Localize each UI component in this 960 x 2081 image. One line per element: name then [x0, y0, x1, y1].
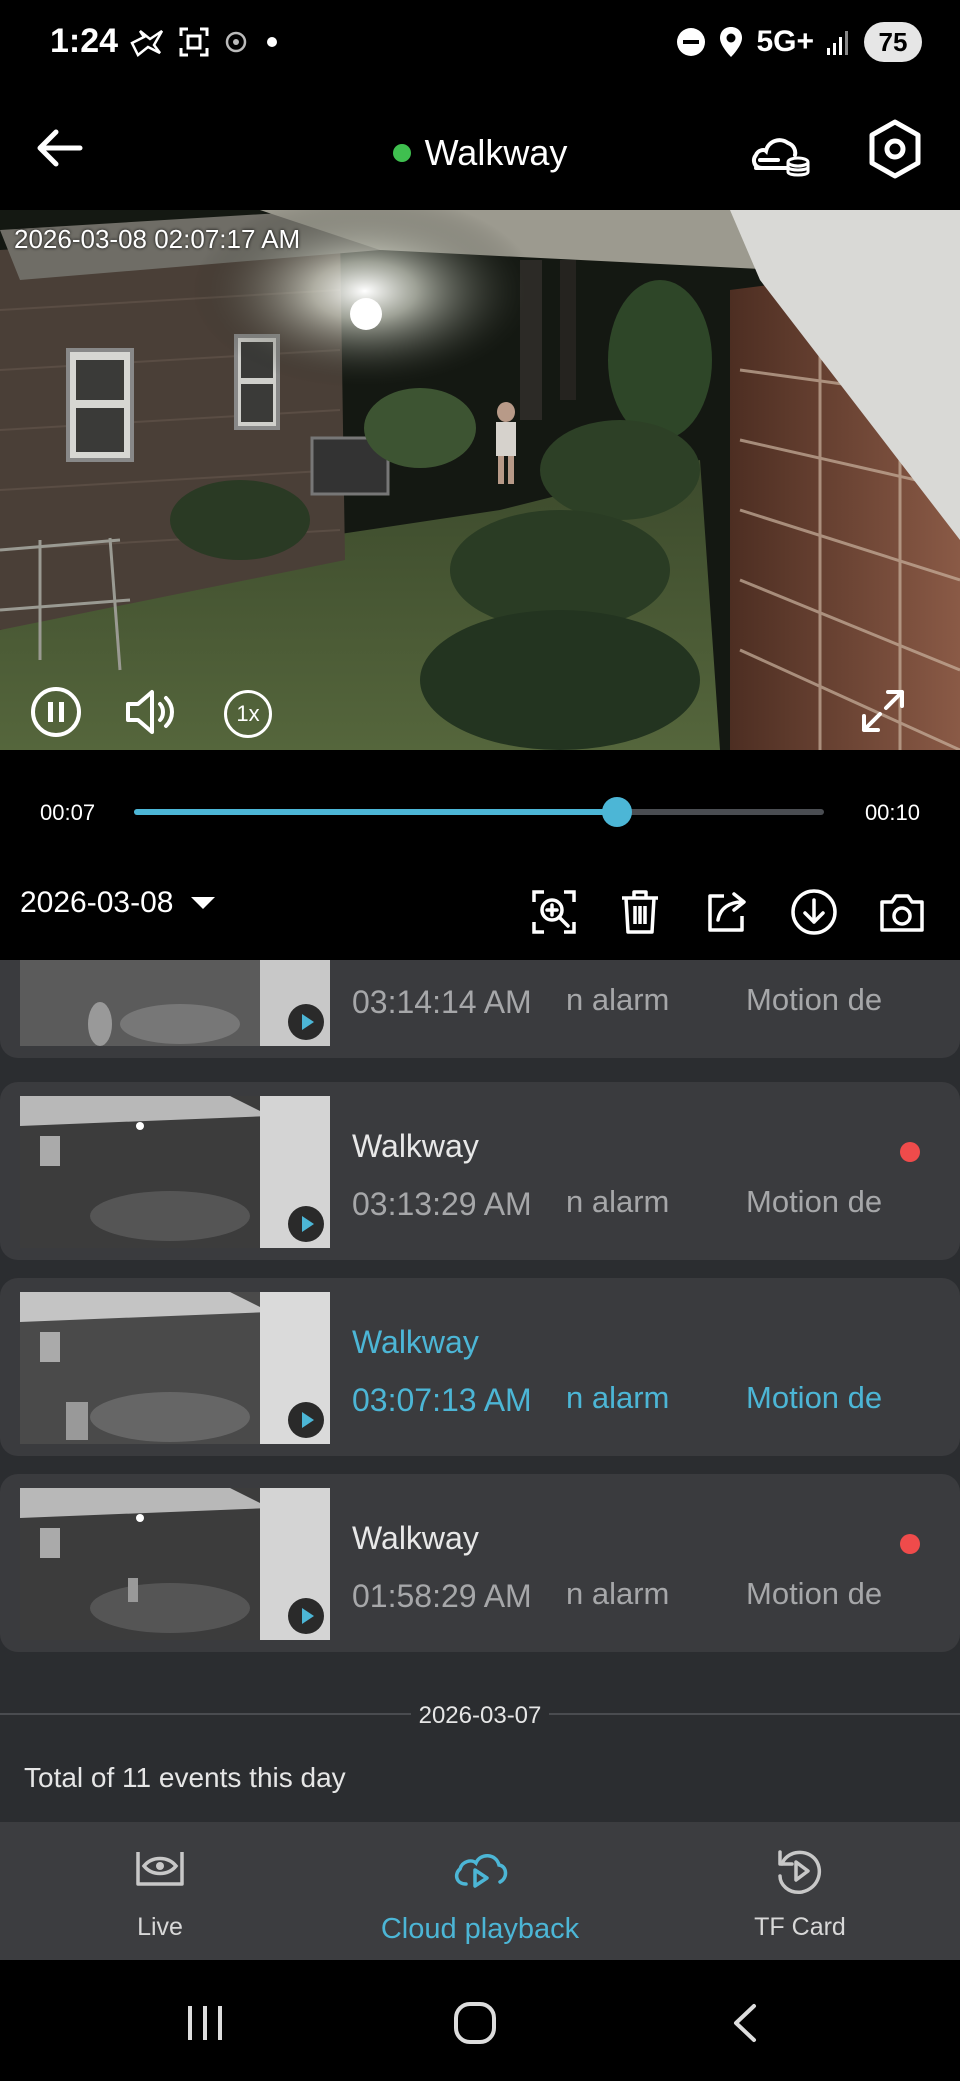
screenshot-icon — [179, 27, 209, 57]
current-time: 00:07 — [40, 800, 96, 825]
event-type: n alarm — [566, 1184, 670, 1219]
replay-icon — [778, 1850, 822, 1894]
unread-dot — [900, 1142, 920, 1162]
event-motion-label: Motion de — [746, 982, 883, 1017]
event-card[interactable]: Walkway 01:58:29 AM n alarm Motion de — [0, 1474, 960, 1652]
app-header: Walkway — [0, 90, 960, 210]
notification-bird-icon — [130, 29, 164, 57]
seek-thumb[interactable] — [602, 797, 632, 827]
page-title: Walkway — [424, 132, 568, 173]
tab-cloud-playback-label: Cloud playback — [380, 1913, 580, 1945]
tab-live[interactable]: Live — [40, 1844, 280, 1942]
more-notifications-dot-icon — [267, 37, 277, 47]
video-player[interactable]: 2026-03-08 02:07:17 AM — [0, 210, 960, 750]
share-icon[interactable] — [702, 888, 750, 936]
pause-icon[interactable] — [30, 686, 82, 738]
do-not-disturb-icon — [677, 28, 706, 56]
battery-indicator: 75 — [864, 22, 922, 62]
online-status-dot — [392, 144, 411, 162]
camera-icon[interactable] — [878, 888, 926, 936]
seek-track[interactable] — [134, 797, 824, 827]
cloud-storage-icon[interactable] — [748, 124, 812, 180]
settings-hex-icon[interactable] — [864, 118, 926, 180]
tab-cloud-playback[interactable]: Cloud playback — [360, 1844, 600, 1946]
play-icon — [288, 1206, 324, 1242]
event-thumbnail — [20, 960, 330, 1046]
status-system-icons: 5G+ 75 — [676, 22, 922, 62]
recent-apps-icon[interactable] — [180, 2000, 230, 2046]
system-nav-bar — [0, 1960, 960, 2081]
event-list[interactable]: 03:14:14 AM n alarm Motion de Walkway 03… — [0, 960, 960, 1822]
system-back-icon[interactable] — [722, 2000, 772, 2046]
unread-dot — [900, 1534, 920, 1554]
event-camera-name: Walkway — [352, 1128, 479, 1164]
bottom-nav: Live Cloud playback TF Card — [0, 1822, 960, 1960]
day-event-count: Total of 11 events this day — [24, 1762, 346, 1793]
event-motion-label: Motion de — [746, 1380, 883, 1415]
day-date: 2026-03-07 — [410, 1702, 550, 1729]
location-icon — [720, 27, 743, 57]
event-camera-name: Walkway — [352, 1324, 479, 1360]
download-icon[interactable] — [790, 888, 838, 936]
seek-progress — [134, 809, 617, 815]
chevron-down-icon — [191, 897, 216, 909]
trash-icon[interactable] — [616, 888, 664, 936]
cloud-play-icon — [454, 1854, 508, 1888]
day-header: 2026-03-07 — [0, 1702, 960, 1730]
event-time: 03:14:14 AM — [352, 984, 532, 1020]
tab-live-label: Live — [137, 1913, 183, 1941]
event-time: 03:13:29 AM — [352, 1186, 532, 1222]
camera-feed-image — [0, 210, 960, 750]
fullscreen-icon[interactable] — [858, 686, 908, 736]
network-type: 5G+ — [756, 25, 814, 58]
app-notification-icon — [225, 31, 247, 53]
playback-scrubber: 00:07 00:10 — [0, 750, 960, 872]
event-type: n alarm — [566, 1380, 670, 1415]
event-thumbnail — [20, 1292, 330, 1444]
tab-tf-card[interactable]: TF Card — [680, 1844, 920, 1942]
event-type: n alarm — [566, 982, 670, 1017]
date-selector[interactable]: 2026-03-08 — [20, 886, 216, 920]
play-icon — [288, 1598, 324, 1634]
date-toolbar: 2026-03-08 — [0, 872, 960, 960]
total-time: 00:10 — [864, 800, 920, 825]
event-card-selected[interactable]: Walkway 03:07:13 AM n alarm Motion de — [0, 1278, 960, 1456]
status-time: 1:24 — [50, 22, 119, 60]
video-timestamp: 2026-03-08 02:07:17 AM — [14, 224, 301, 254]
playback-speed-button[interactable]: 1x — [224, 690, 272, 738]
event-type: n alarm — [566, 1576, 670, 1611]
camera-title: Walkway — [0, 132, 960, 174]
play-icon — [288, 1402, 324, 1438]
event-camera-name: Walkway — [352, 1520, 479, 1556]
play-icon — [288, 1004, 324, 1040]
selected-date: 2026-03-08 — [20, 886, 174, 919]
signal-icon — [827, 31, 848, 55]
zoom-icon[interactable] — [530, 888, 578, 936]
event-time: 03:07:13 AM — [352, 1382, 532, 1418]
event-card[interactable]: Walkway 03:13:29 AM n alarm Motion de — [0, 1082, 960, 1260]
event-motion-label: Motion de — [746, 1576, 883, 1611]
home-icon[interactable] — [450, 2000, 500, 2046]
event-thumbnail — [20, 1096, 330, 1248]
tab-tf-card-label: TF Card — [754, 1913, 846, 1941]
volume-icon[interactable] — [124, 686, 180, 738]
event-thumbnail — [20, 1488, 330, 1640]
event-time: 01:58:29 AM — [352, 1578, 532, 1614]
status-notification-icons — [130, 26, 282, 58]
status-bar: 1:24 5G+ 75 — [0, 0, 960, 90]
event-motion-label: Motion de — [746, 1184, 883, 1219]
live-eye-icon — [136, 1852, 184, 1886]
event-card[interactable]: 03:14:14 AM n alarm Motion de — [0, 960, 960, 1058]
